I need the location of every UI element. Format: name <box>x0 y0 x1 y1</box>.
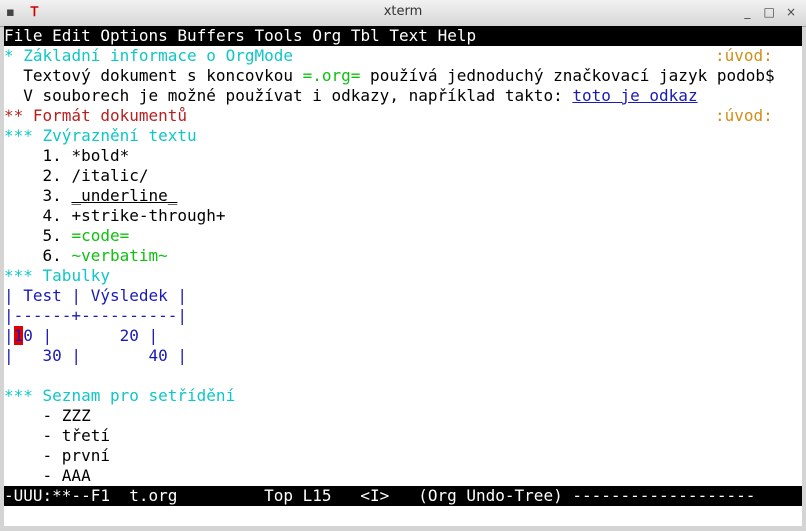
list-number: 5. <box>4 226 72 245</box>
list-item-bold: 1. *bold* <box>4 146 130 166</box>
table-cells: 0 | 20 | <box>23 326 159 345</box>
list-text: *bold* <box>71 146 130 165</box>
list-number: 2. <box>4 166 72 185</box>
list-text: _underline_ <box>71 186 178 205</box>
heading-3-emphasis[interactable]: *** Zvýraznění textu <box>4 126 197 146</box>
paragraph-text: Textový dokument s koncovkou <box>4 66 303 85</box>
menu-file[interactable]: File <box>4 26 43 45</box>
sort-list-item: - ZZZ <box>4 406 91 425</box>
emacs-mode-line[interactable]: -UUU:**--F1 t.org Top L15 <I> (Org Undo-… <box>4 486 802 506</box>
minimize-icon[interactable]: _ <box>738 5 756 19</box>
list-item-strike: 4. +strike-through+ <box>4 206 226 226</box>
xterm-window: ▪ Ꭲ xterm _ □ × File Edit Options Buffer… <box>0 0 806 531</box>
org-link[interactable]: toto je odkaz <box>572 86 697 105</box>
list-item-underline: 3. _underline_ <box>4 186 178 206</box>
list-text: +strike-through+ <box>71 206 226 225</box>
title-bar[interactable]: ▪ Ꭲ xterm _ □ × <box>0 0 806 27</box>
terminal-area[interactable]: File Edit Options Buffers Tools Org Tbl … <box>4 26 802 526</box>
window-title: xterm <box>383 4 423 19</box>
menu-options[interactable]: Options <box>100 26 167 45</box>
list-text: /italic/ <box>71 166 149 185</box>
list-number: 4. <box>4 206 72 225</box>
list-number: 6. <box>4 246 72 265</box>
sort-list-item: - první <box>4 446 110 465</box>
heading-2[interactable]: ** Formát dokumentů :úvod: <box>4 106 802 126</box>
emacs-menubar: File Edit Options Buffers Tools Org Tbl … <box>4 26 802 46</box>
menu-tbl[interactable]: Tbl <box>351 26 380 45</box>
list-item-italic: 2. /italic/ <box>4 166 149 186</box>
paragraph-line-1: Textový dokument s koncovkou =.org= použ… <box>4 66 775 86</box>
list-number: 3. <box>4 186 72 205</box>
sort-list-item: - třetí <box>4 426 110 445</box>
heading-3-stars: *** <box>4 266 33 285</box>
inline-code: =.org= <box>302 66 361 85</box>
paragraph-line-2: V souborech je možné používat i odkazy, … <box>4 86 697 106</box>
heading-3-tables[interactable]: *** Tabulky <box>4 266 110 286</box>
heading-3-text: Seznam pro setřídění <box>32 386 236 405</box>
list-text: ~verbatim~ <box>71 246 168 265</box>
paragraph-text: používá jednoduchý značkovací jazyk podo… <box>360 66 775 85</box>
title-bar-right-controls: _ □ × <box>738 5 800 19</box>
table-rule-row[interactable]: |------+----------| <box>4 306 187 326</box>
maximize-icon[interactable]: □ <box>760 5 778 19</box>
heading-3-text: Tabulky <box>32 266 110 285</box>
sort-list-item: - AAA <box>4 466 91 485</box>
heading-3-text: Zvýraznění textu <box>32 126 197 145</box>
list-item-verbatim: 6. ~verbatim~ <box>4 246 168 266</box>
table-header-row[interactable]: | Test | Výsledek | <box>4 286 187 306</box>
menu-help[interactable]: Help <box>438 26 477 45</box>
heading-2-stars: ** <box>4 106 24 125</box>
menu-buffers[interactable]: Buffers <box>177 26 244 45</box>
menu-org[interactable]: Org <box>312 26 341 45</box>
table-pipe: | <box>4 326 14 345</box>
close-icon[interactable]: × <box>782 5 800 19</box>
heading-3-sort-list[interactable]: *** Seznam pro setřídění <box>4 386 235 406</box>
heading-3-stars: *** <box>4 386 33 405</box>
heading-1-tag: :úvod: <box>715 46 773 65</box>
list-number: 1. <box>4 146 72 165</box>
paragraph-text: V souborech je možné používat i odkazy, … <box>4 86 573 105</box>
heading-2-tag: :úvod: <box>715 106 773 125</box>
heading-1-stars: * <box>4 46 14 65</box>
text-cursor: 1 <box>13 326 24 345</box>
table-row[interactable]: | 30 | 40 | <box>4 346 187 366</box>
menu-text[interactable]: Text <box>389 26 428 45</box>
list-text: =code= <box>71 226 130 245</box>
table-row[interactable]: |10 | 20 | <box>4 326 158 346</box>
heading-1-text: Základní informace o OrgMode <box>13 46 293 65</box>
menu-tools[interactable]: Tools <box>255 26 303 45</box>
list-item-code: 5. =code= <box>4 226 130 246</box>
heading-1[interactable]: * Základní informace o OrgMode :úvod: <box>4 46 802 66</box>
heading-3-stars: *** <box>4 126 33 145</box>
menu-edit[interactable]: Edit <box>52 26 91 45</box>
heading-2-text: Formát dokumentů <box>23 106 188 125</box>
